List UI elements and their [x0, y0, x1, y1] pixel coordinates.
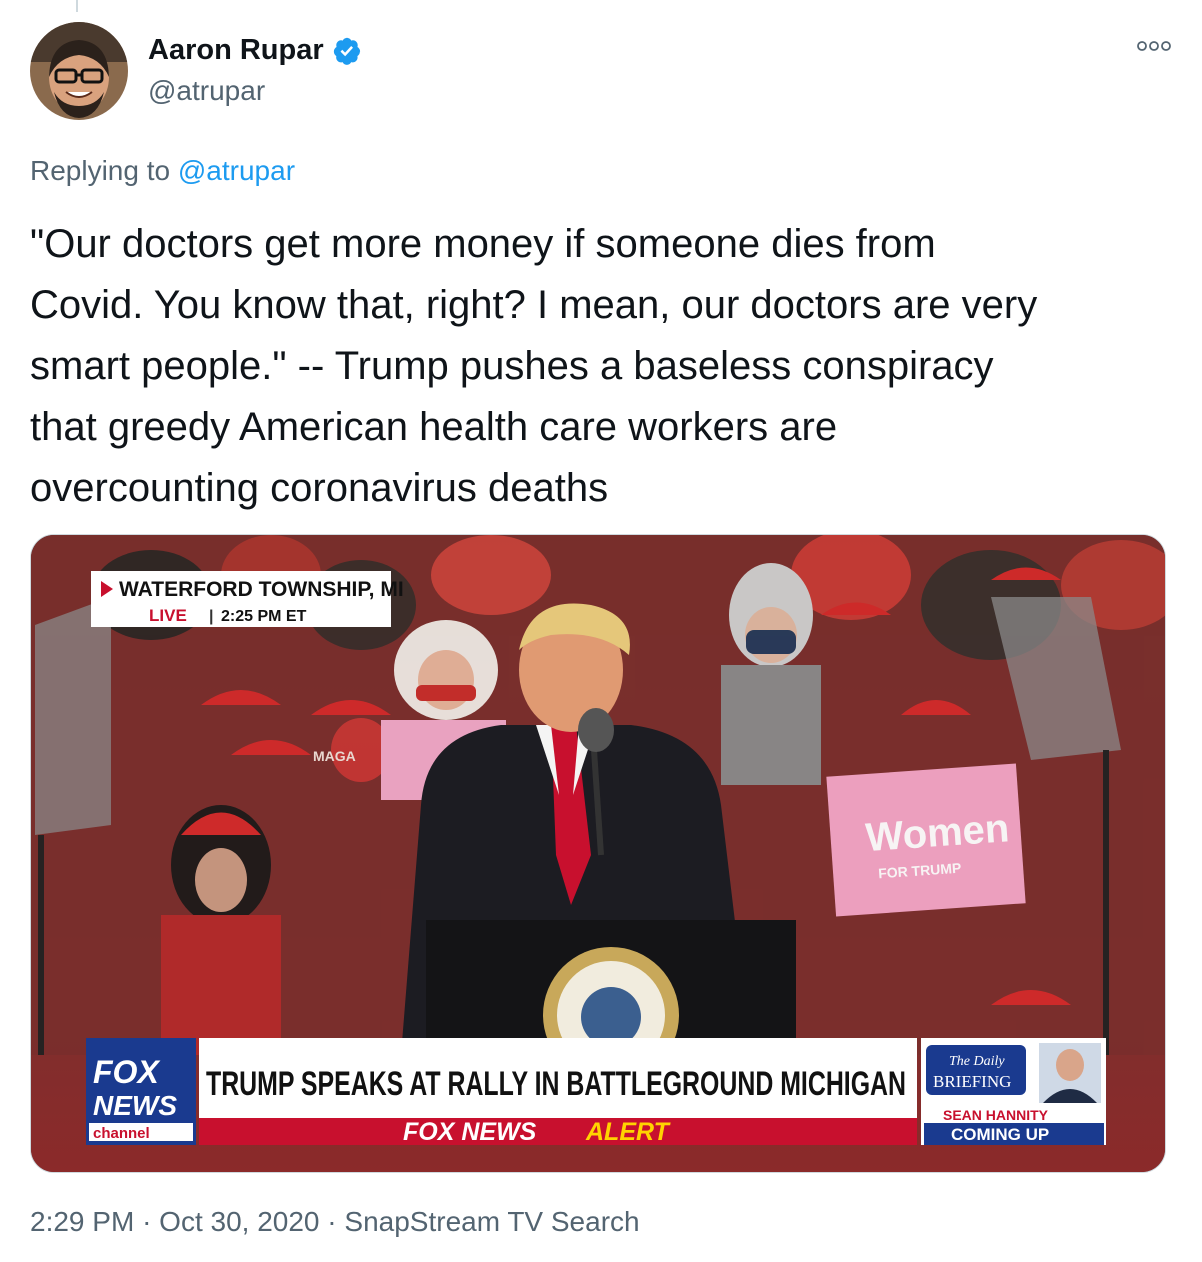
reply-mention-link[interactable]: @atrupar: [178, 155, 295, 186]
live-time: 2:25 PM ET: [221, 608, 307, 625]
promo-title-line2: BRIEFING: [933, 1072, 1011, 1091]
headline-text: TRUMP SPEAKS AT RALLY IN BATTLEGROUND MI…: [206, 1065, 906, 1103]
tweet-media[interactable]: Women FOR TRUMP MAGA WATERFORD TOWNSHIP,…: [30, 534, 1166, 1173]
svg-text:|: |: [209, 608, 213, 625]
tweet-text: "Our doctors get more money if someone d…: [30, 222, 1038, 510]
fox-logo-line3: channel: [93, 1125, 150, 1142]
fox-logo-line2: NEWS: [93, 1090, 177, 1121]
tweet-header: Aaron Rupar @atrupar: [30, 22, 1172, 122]
footer-separator: ·: [327, 1206, 337, 1237]
live-label: LIVE: [149, 606, 187, 625]
avatar[interactable]: [30, 22, 128, 120]
tweet-time[interactable]: 2:29 PM: [30, 1206, 134, 1237]
author-names: Aaron Rupar @atrupar: [148, 34, 362, 107]
display-name[interactable]: Aaron Rupar: [148, 34, 324, 67]
lower-third: FOX NEWS channel TRUMP SPEAKS AT RALLY I…: [86, 1038, 1106, 1146]
tweet-date[interactable]: Oct 30, 2020: [159, 1206, 319, 1237]
promo-status: COMING UP: [951, 1125, 1049, 1144]
alert-right-text: ALERT: [585, 1118, 672, 1146]
footer-separator: ·: [142, 1206, 152, 1237]
alert-left-text: FOX NEWS: [403, 1118, 537, 1146]
location-text: WATERFORD TOWNSHIP, MI: [119, 578, 404, 601]
verified-badge-icon: [333, 37, 360, 65]
thread-connector-line: [76, 0, 78, 12]
replying-to: Replying to @atrupar: [30, 155, 295, 187]
replying-to-label: Replying to: [30, 155, 171, 186]
tweet-footer: 2:29 PM · Oct 30, 2020 · SnapStream TV S…: [30, 1206, 640, 1238]
avatar-image: [30, 22, 128, 120]
tweet-source-link[interactable]: SnapStream TV Search: [344, 1206, 639, 1237]
more-dots-icon: [1137, 41, 1171, 51]
display-name-row: Aaron Rupar: [148, 34, 362, 67]
more-options-button[interactable]: [1136, 36, 1172, 56]
promo-host: SEAN HANNITY: [943, 1107, 1049, 1123]
location-bug: WATERFORD TOWNSHIP, MI LIVE | 2:25 PM ET: [91, 571, 404, 627]
promo-title-line1: The Daily: [949, 1054, 1005, 1069]
fox-logo-line1: FOX: [93, 1054, 160, 1090]
rally-video-frame: Women FOR TRUMP MAGA WATERFORD TOWNSHIP,…: [31, 535, 1165, 1172]
author-handle[interactable]: @atrupar: [148, 75, 362, 107]
maga-hat-text: MAGA: [313, 748, 356, 764]
